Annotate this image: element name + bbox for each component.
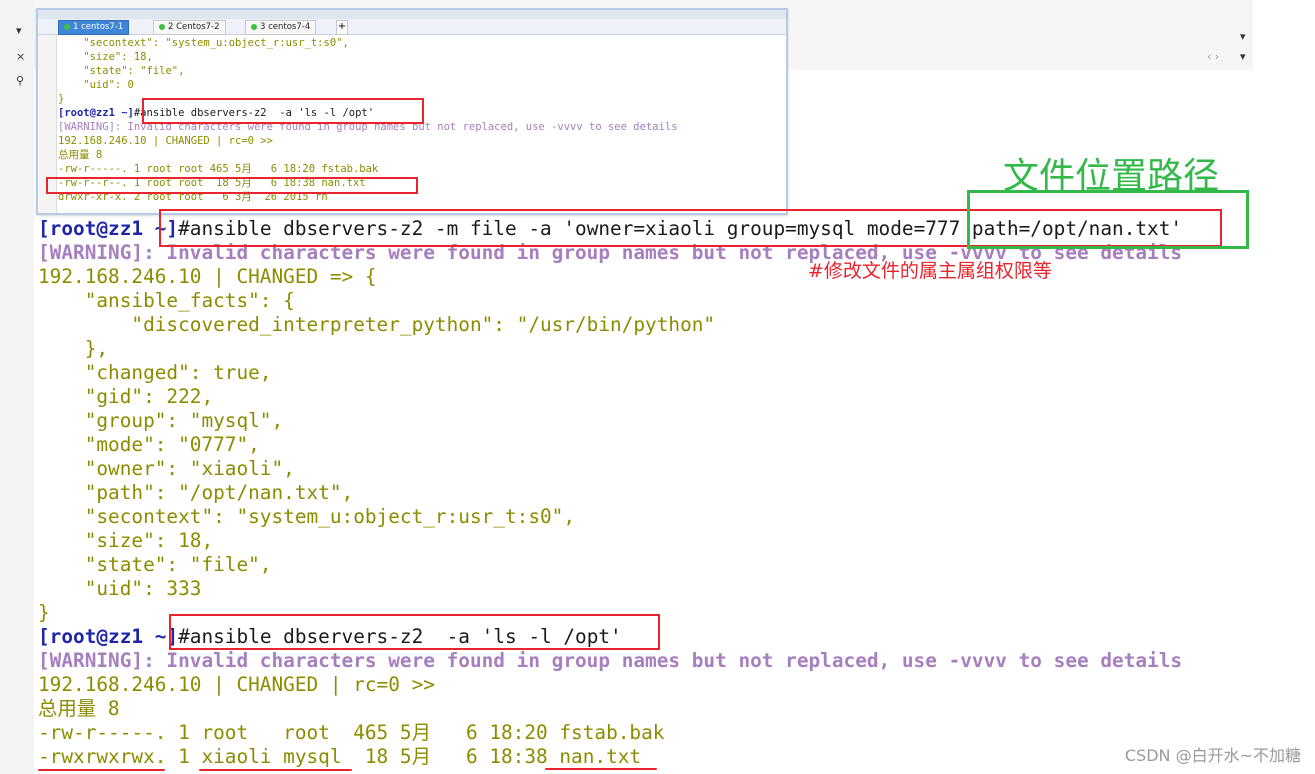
dropdown-icon[interactable]: ▾ bbox=[1240, 30, 1246, 43]
highlight-box bbox=[46, 177, 418, 194]
close-icon[interactable]: × bbox=[16, 50, 25, 63]
mini-output-line: -rw-r-----. 1 root root 465 5月 6 18:20 f… bbox=[58, 163, 379, 175]
prompt: [root@zz1 ~] bbox=[58, 107, 134, 119]
result-header: 192.168.246.10 | CHANGED => { bbox=[38, 265, 377, 288]
output-line: "path": "/opt/nan.txt", bbox=[38, 481, 354, 504]
output-line: "mode": "0777", bbox=[38, 433, 260, 456]
annotation-file-path: 文件位置路径 bbox=[1003, 156, 1220, 197]
tab-label: 1 centos7-1 bbox=[73, 22, 124, 32]
right-frame: ▾ ‹ › ▾ bbox=[1207, 0, 1315, 774]
dropdown-icon[interactable]: ▾ bbox=[1240, 50, 1246, 63]
mini-output-line: "state": "file", bbox=[58, 65, 185, 77]
tab-label: 3 centos7-4 bbox=[260, 22, 311, 32]
mini-output-line: "secontext": "system_u:object_r:usr_t:s0… bbox=[58, 37, 349, 49]
add-tab-button[interactable]: + bbox=[336, 20, 348, 35]
ls-line: -rw-r-----. 1 root root 465 5月 6 18:20 f… bbox=[38, 721, 665, 744]
underline bbox=[545, 768, 657, 770]
output-line: "group": "mysql", bbox=[38, 409, 284, 432]
output-line: "secontext": "system_u:object_r:usr_t:s0… bbox=[38, 505, 576, 528]
highlight-box bbox=[169, 614, 660, 650]
mini-output-line: 总用量 8 bbox=[58, 149, 103, 161]
mini-toolbar bbox=[38, 10, 786, 19]
total-line: 总用量 8 bbox=[38, 697, 120, 720]
status-dot-icon bbox=[159, 23, 165, 30]
output-line: "owner": "xiaoli", bbox=[38, 457, 295, 480]
output-line: }, bbox=[38, 337, 109, 360]
underline bbox=[38, 769, 165, 771]
highlight-box bbox=[142, 98, 424, 124]
annotation-modify-owner: #修改文件的属主属组权限等 bbox=[808, 260, 1052, 282]
output-line: "state": "file", bbox=[38, 553, 272, 576]
tab-centos7-2[interactable]: 2 Centos7-2 bbox=[153, 20, 226, 35]
mini-tab-bar: 1 centos7-1 2 Centos7-2 3 centos7-4 + bbox=[38, 19, 786, 35]
output-line: "discovered_interpreter_python": "/usr/b… bbox=[38, 313, 716, 336]
left-gutter: ▾ × ⚲ bbox=[0, 0, 35, 774]
output-line: "ansible_facts": { bbox=[38, 289, 295, 312]
mini-output-line: 192.168.246.10 | CHANGED | rc=0 >> bbox=[58, 135, 273, 147]
result-header: 192.168.246.10 | CHANGED | rc=0 >> bbox=[38, 673, 435, 696]
output-line: "changed": true, bbox=[38, 361, 272, 384]
search-icon[interactable]: ⚲ bbox=[16, 74, 24, 87]
mini-output-line: "uid": 0 bbox=[58, 79, 134, 91]
output-line: "uid": 333 bbox=[38, 577, 202, 600]
mini-output-line: } bbox=[58, 93, 65, 105]
status-dot-icon bbox=[64, 23, 70, 30]
tab-label: 2 Centos7-2 bbox=[168, 22, 220, 32]
mini-output-line: "size": 18, bbox=[58, 51, 153, 63]
underline bbox=[199, 769, 352, 771]
embedded-terminal-window: 1 centos7-1 2 Centos7-2 3 centos7-4 + "s… bbox=[36, 8, 788, 215]
status-dot-icon bbox=[251, 23, 257, 30]
prompt: [root@zz1 ~] bbox=[38, 625, 179, 648]
watermark: CSDN @白开水~不加糖 bbox=[1124, 746, 1301, 765]
output-line: "gid": 222, bbox=[38, 385, 214, 408]
tab-centos7-1[interactable]: 1 centos7-1 bbox=[58, 20, 130, 35]
prompt: [root@zz1 ~] bbox=[38, 217, 179, 240]
output-line: "size": 18, bbox=[38, 529, 214, 552]
nav-arrows-icon[interactable]: ‹ › bbox=[1207, 50, 1219, 63]
output-line: } bbox=[38, 601, 50, 624]
warning-line: [WARNING]: Invalid characters were found… bbox=[38, 649, 1183, 672]
ls-line: -rwxrwxrwx. 1 xiaoli mysql 18 5月 6 18:38… bbox=[38, 745, 642, 768]
tab-centos7-4[interactable]: 3 centos7-4 bbox=[245, 20, 317, 35]
dropdown-icon[interactable]: ▾ bbox=[16, 24, 22, 37]
